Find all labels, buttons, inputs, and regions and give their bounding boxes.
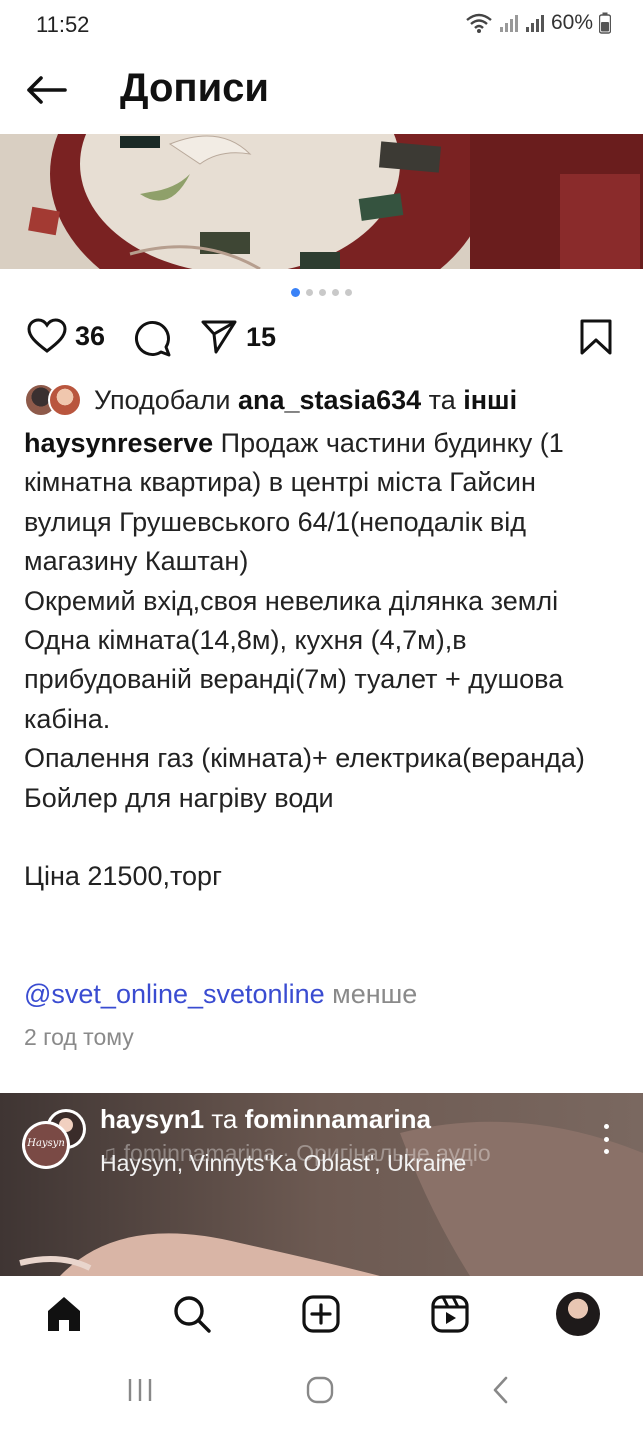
back-button[interactable] — [22, 66, 70, 114]
carousel-indicator — [0, 288, 643, 297]
liked-by-text: Уподобали ana_stasia634 та інші — [94, 385, 517, 416]
profile-avatar — [556, 1292, 600, 1336]
system-nav — [0, 1350, 643, 1429]
share-action: 15 — [200, 318, 276, 356]
status-bar: 11:52 60% — [0, 0, 643, 48]
bottom-nav — [0, 1276, 643, 1350]
battery-icon — [599, 12, 611, 34]
carousel-dot-active — [291, 288, 300, 297]
next-post-avatars[interactable]: Haysyn — [20, 1107, 88, 1175]
liked-by-row[interactable]: Уподобали ana_stasia634 та інші — [24, 380, 517, 420]
reels-icon — [431, 1295, 469, 1333]
dot-icon — [603, 1124, 609, 1129]
post-photo — [0, 134, 643, 269]
next-post-location[interactable]: Haysyn, Vinnyts'Ka Oblast', Ukraine — [100, 1150, 466, 1177]
post-caption: haysynreserve Продаж частини будинку (1 … — [24, 424, 624, 897]
mention-link[interactable]: @svet_online_svetonline — [24, 979, 325, 1009]
save-action — [579, 318, 613, 356]
carousel-dot — [332, 289, 339, 296]
liked-by-avatars — [24, 383, 84, 417]
liked-by-others[interactable]: інші — [463, 385, 517, 415]
liked-by-prefix: Уподобали — [94, 384, 231, 415]
signal-icon-2 — [525, 15, 544, 32]
heart-icon[interactable] — [27, 318, 67, 354]
caption-footer: @svet_online_svetonline менше — [24, 975, 417, 1014]
chevron-left-icon — [493, 1376, 508, 1404]
search-icon — [174, 1296, 211, 1333]
nav-home[interactable] — [42, 1292, 86, 1336]
next-post-user2[interactable]: fominnamarina — [245, 1104, 431, 1134]
page-title: Дописи — [120, 66, 270, 110]
arrow-left-icon — [27, 76, 67, 104]
more-options-button[interactable] — [596, 1124, 616, 1154]
comment-action — [132, 318, 172, 358]
next-avatar-text: Haysyn — [27, 1138, 65, 1149]
battery-percent: 60% — [550, 11, 593, 34]
status-icons: 60% — [465, 11, 611, 35]
post-author[interactable]: haysynreserve — [24, 428, 213, 458]
recent-apps-button[interactable] — [120, 1372, 160, 1408]
bookmark-icon[interactable] — [579, 318, 613, 356]
system-back-button[interactable] — [481, 1372, 521, 1408]
send-icon[interactable] — [200, 318, 238, 356]
nav-create[interactable] — [299, 1292, 343, 1336]
signal-icon — [499, 15, 518, 32]
dot-icon — [603, 1136, 609, 1142]
like-action: 36 — [27, 318, 105, 354]
post-image[interactable] — [0, 134, 643, 269]
post-actions: 36 15 — [0, 318, 643, 366]
status-time: 11:52 — [36, 12, 90, 37]
home-icon — [48, 1297, 80, 1331]
wifi-icon — [466, 13, 492, 33]
next-post-conj: та — [211, 1104, 238, 1134]
app-header: Дописи — [0, 48, 643, 134]
shares-count[interactable]: 15 — [246, 322, 276, 353]
comment-icon[interactable] — [132, 318, 172, 358]
less-button[interactable]: менше — [332, 979, 417, 1009]
post-timestamp: 2 год тому — [24, 1024, 134, 1050]
dot-icon — [603, 1149, 609, 1154]
liked-by-user[interactable]: ana_stasia634 — [238, 385, 421, 415]
carousel-dot — [306, 289, 313, 296]
recent-apps-icon — [128, 1379, 152, 1401]
carousel-dot — [319, 289, 326, 296]
next-post-users: haysyn1 та fominnamarina — [100, 1104, 431, 1135]
nav-profile[interactable] — [556, 1292, 600, 1336]
nav-reels[interactable] — [428, 1292, 472, 1336]
likes-count[interactable]: 36 — [75, 321, 105, 352]
next-post-user1[interactable]: haysyn1 — [100, 1104, 204, 1134]
plus-square-icon — [302, 1295, 340, 1333]
home-circle-icon — [306, 1376, 334, 1404]
liked-by-conj: та — [428, 384, 456, 415]
carousel-dot — [345, 289, 352, 296]
caption-text: Продаж частини будинку (1 кімнатна кварт… — [24, 428, 585, 892]
nav-search[interactable] — [170, 1292, 214, 1336]
avatar — [48, 383, 82, 417]
home-system-button[interactable] — [300, 1372, 340, 1408]
